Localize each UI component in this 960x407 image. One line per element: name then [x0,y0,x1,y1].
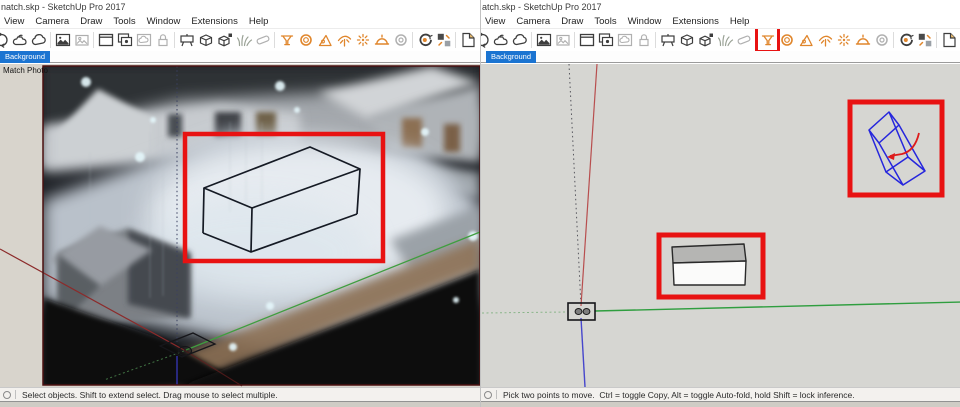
swap-icon[interactable] [415,29,434,51]
menu-bar: View Camera Draw Tools Window Extensions Help [481,14,960,28]
signboard-icon[interactable] [177,29,196,51]
cloud-window-icon[interactable] [134,29,153,51]
match-photo-label: Match Photo [3,66,48,75]
paste-icon[interactable] [434,29,453,51]
lock-icon[interactable] [153,29,172,51]
orbit-icon[interactable] [481,29,491,51]
status-bar: Pick two points to move. Ctrl = toggle C… [481,387,960,401]
scene-tab-background[interactable]: Background [486,51,536,63]
funnel-icon[interactable] [758,29,777,51]
funnel-icon[interactable] [277,29,296,51]
page-icon[interactable] [458,29,477,51]
grass-icon[interactable] [234,29,253,51]
menu-camera[interactable]: Camera [35,16,69,27]
window-icon[interactable] [577,29,596,51]
model-canvas [481,64,960,387]
triangle-icon[interactable] [796,29,815,51]
triangle-icon[interactable] [315,29,334,51]
match-photo-icon[interactable] [534,29,553,51]
menu-bar: View Camera Draw Tools Window Extensions Help [0,14,480,28]
cloud-icon[interactable] [29,29,48,51]
menu-window[interactable]: Window [147,16,181,27]
box-marker-icon[interactable] [215,29,234,51]
windows-overlay-icon[interactable] [115,29,134,51]
scene-tab-background[interactable]: Background [0,51,50,63]
match-photo-canvas [0,64,480,387]
match-photo-drawing-area[interactable]: Match Photo [0,64,480,387]
status-divider [496,390,497,399]
menu-view[interactable]: View [4,16,24,27]
menu-help[interactable]: Help [249,16,269,27]
walk-icon[interactable] [491,29,510,51]
burst-icon[interactable] [834,29,853,51]
image-icon[interactable] [72,29,91,51]
page-icon[interactable] [939,29,958,51]
menu-extensions[interactable]: Extensions [191,16,237,27]
geo-status-icon[interactable] [484,391,492,399]
menu-tools[interactable]: Tools [113,16,135,27]
grass-icon[interactable] [715,29,734,51]
menu-extensions[interactable]: Extensions [672,16,718,27]
menu-camera[interactable]: Camera [516,16,550,27]
disc-icon[interactable] [872,29,891,51]
status-hint-text: Select objects. Shift to extend select. … [22,390,278,400]
ring-icon[interactable] [777,29,796,51]
toolbar [481,28,960,51]
disc-icon[interactable] [391,29,410,51]
box-marker-icon[interactable] [696,29,715,51]
walk-icon[interactable] [10,29,29,51]
menu-tools[interactable]: Tools [594,16,616,27]
desktop: natch.skp - SketchUp Pro 2017 View Camera… [0,0,960,407]
menu-view[interactable]: View [485,16,505,27]
window-bottom-edge [481,401,960,407]
menu-draw[interactable]: Draw [80,16,102,27]
stamp-icon[interactable] [815,29,834,51]
windows-overlay-icon[interactable] [596,29,615,51]
eraser-icon[interactable] [734,29,753,51]
window-title: natch.skp - SketchUp Pro 2017 [0,0,480,14]
sketchup-window-left: natch.skp - SketchUp Pro 2017 View Camera… [0,0,480,407]
box-icon[interactable] [677,29,696,51]
image-icon[interactable] [553,29,572,51]
signboard-icon[interactable] [658,29,677,51]
orbit-icon[interactable] [0,29,10,51]
cloud-window-icon[interactable] [615,29,634,51]
scene-tab-strip: Background [481,51,960,63]
geo-status-icon[interactable] [3,391,11,399]
status-bar: Select objects. Shift to extend select. … [0,387,480,401]
menu-draw[interactable]: Draw [561,16,583,27]
match-photo-icon[interactable] [53,29,72,51]
eraser-icon[interactable] [253,29,272,51]
menu-window[interactable]: Window [628,16,662,27]
lock-icon[interactable] [634,29,653,51]
model-photo [43,66,480,387]
small-box-model [672,244,746,285]
window-icon[interactable] [96,29,115,51]
window-title: atch.skp - SketchUp Pro 2017 [481,0,960,14]
window-bottom-edge [0,401,480,407]
dome-icon[interactable] [853,29,872,51]
stamp-icon[interactable] [334,29,353,51]
sketchup-window-right: atch.skp - SketchUp Pro 2017 View Camera D… [480,0,960,407]
paste-icon[interactable] [915,29,934,51]
cloud-icon[interactable] [510,29,529,51]
dome-icon[interactable] [372,29,391,51]
status-divider [15,390,16,399]
model-drawing-area[interactable] [481,64,960,387]
box-icon[interactable] [196,29,215,51]
status-hint-text: Pick two points to move. Ctrl = toggle C… [503,390,855,400]
menu-help[interactable]: Help [730,16,750,27]
scene-tab-strip: Background [0,51,480,63]
toolbar [0,28,480,51]
burst-icon[interactable] [353,29,372,51]
ring-icon[interactable] [296,29,315,51]
swap-icon[interactable] [896,29,915,51]
